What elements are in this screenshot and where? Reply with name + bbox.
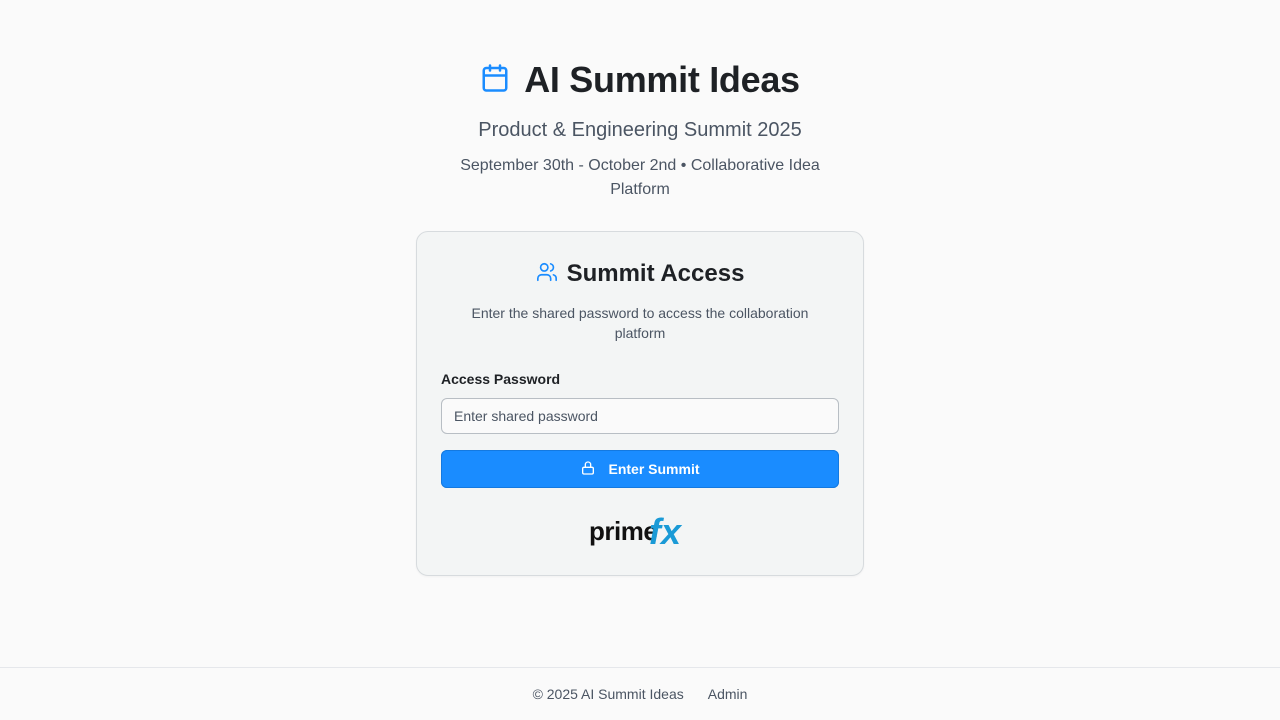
page: AI Summit Ideas Product & Engineering Su… <box>0 0 1280 720</box>
card-title: Summit Access <box>566 260 745 287</box>
enter-summit-label: Enter Summit <box>608 461 700 477</box>
enter-summit-button[interactable]: Enter Summit <box>441 450 839 488</box>
svg-text:prime: prime <box>589 516 657 546</box>
calendar-icon <box>480 63 510 98</box>
users-icon <box>536 261 558 288</box>
footer: © 2025 AI Summit Ideas Admin <box>0 667 1280 720</box>
access-card: Summit Access Enter the shared password … <box>416 231 864 576</box>
footer-copyright: © 2025 AI Summit Ideas <box>532 686 684 702</box>
password-label: Access Password <box>441 371 561 387</box>
lock-icon <box>580 460 596 479</box>
primefx-logo: prime fx <box>589 510 693 554</box>
card-description: Enter the shared password to access the … <box>471 305 809 341</box>
card-header: Summit Access <box>417 259 863 289</box>
admin-link[interactable]: Admin <box>708 686 748 702</box>
title-row: AI Summit Ideas <box>0 58 1280 102</box>
svg-text:fx: fx <box>649 511 683 552</box>
app-title: AI Summit Ideas <box>524 59 800 100</box>
hero-header: AI Summit Ideas Product & Engineering Su… <box>0 58 1280 202</box>
password-input[interactable] <box>441 398 839 434</box>
summit-tagline: September 30th - October 2nd • Collabora… <box>460 157 820 198</box>
summit-subtitle: Product & Engineering Summit 2025 <box>478 119 802 141</box>
